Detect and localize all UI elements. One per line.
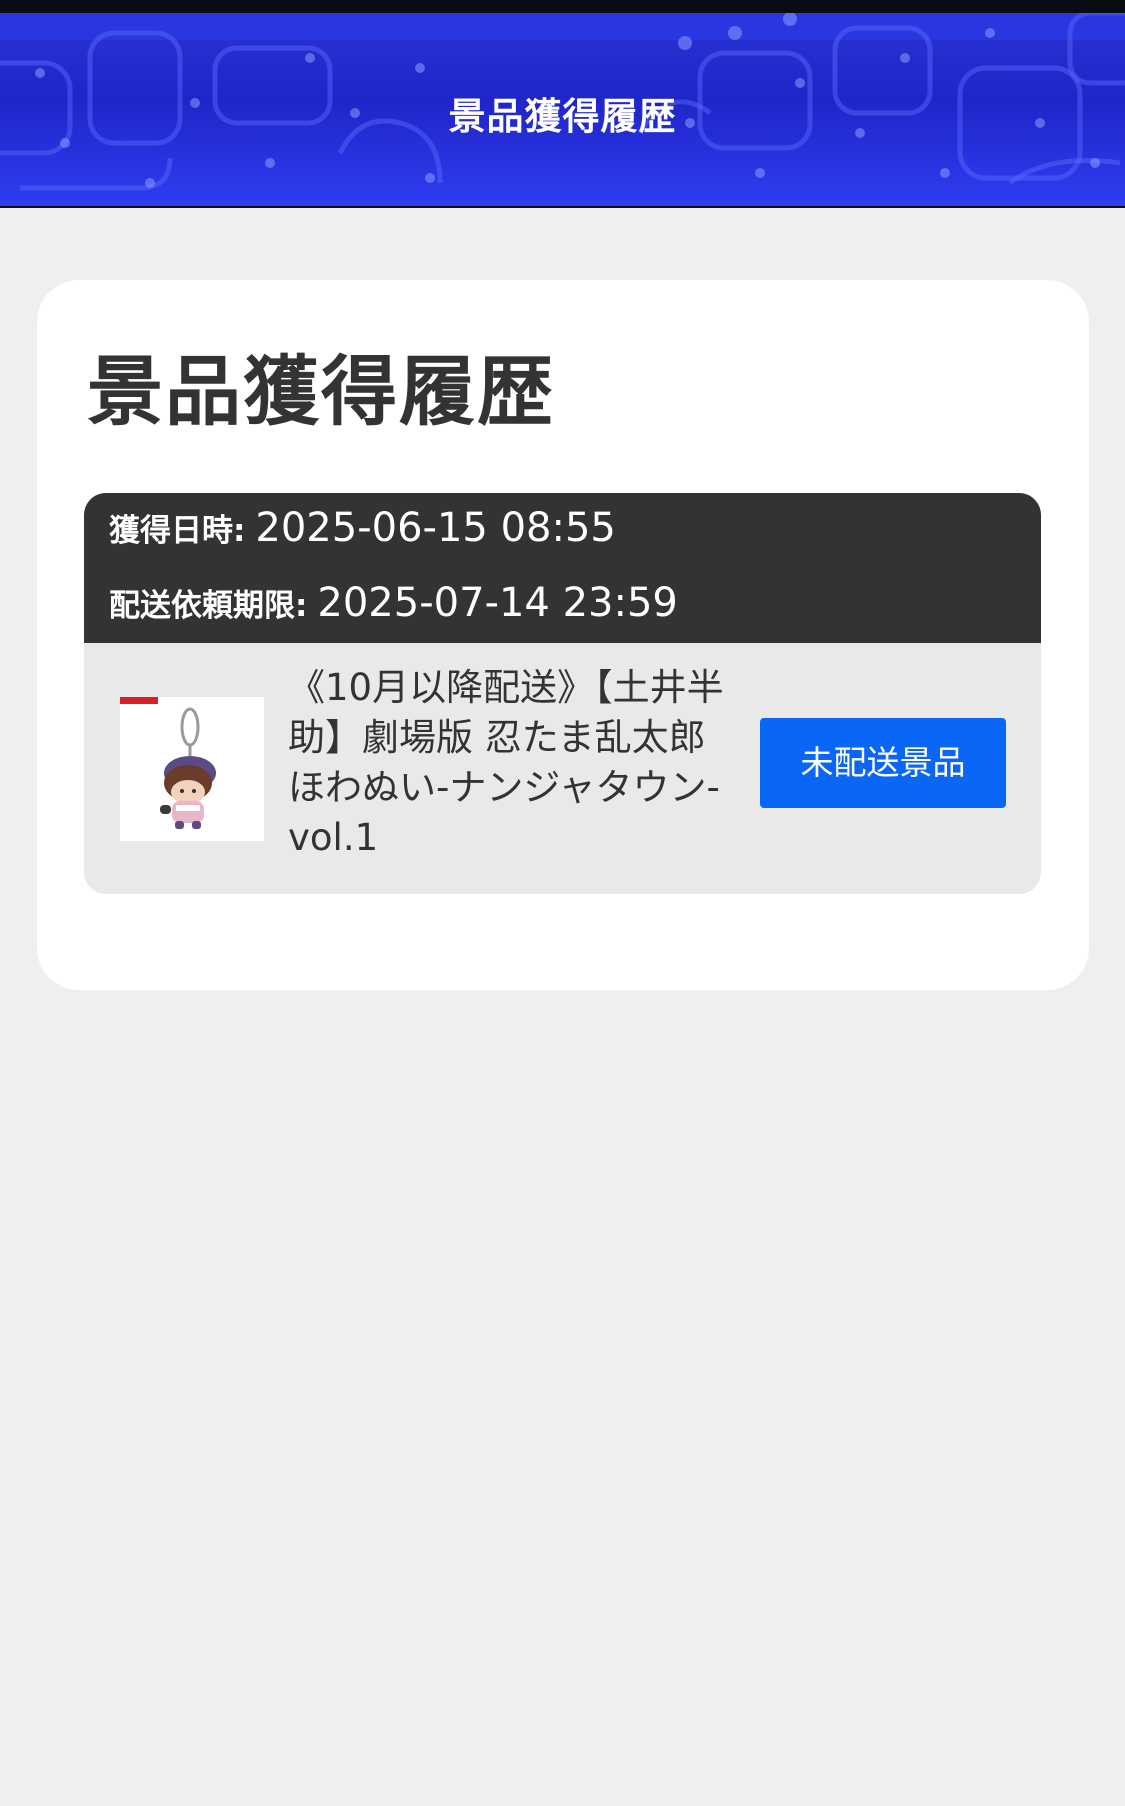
acquired-value: 2025-06-15 08:55 (255, 505, 616, 551)
acquired-row: 獲得日時: 2025-06-15 08:55 (109, 505, 616, 551)
deadline-value: 2025-07-14 23:59 (317, 580, 678, 626)
deadline-label: 配送依頼期限: (109, 588, 308, 624)
plush-keychain-image (120, 697, 264, 841)
undelivered-prize-button[interactable]: 未配送景品 (760, 718, 1006, 808)
status-strip (0, 0, 1125, 13)
acquired-label: 獲得日時: (109, 513, 246, 549)
header-title: 景品獲得履歴 (448, 95, 677, 138)
prize-item-body: 《10月以降配送》【土井半助】劇場版 忍たま乱太郎 ほわぬい-ナンジャタウン-v… (84, 643, 1041, 894)
prize-item-header: 獲得日時: 2025-06-15 08:55 配送依頼期限: 2025-07-14 … (84, 493, 1041, 643)
history-card: 景品獲得履歴 獲得日時: 2025-06-15 08:55 配送依頼期限: 2025… (37, 280, 1089, 990)
deadline-row: 配送依頼期限: 2025-07-14 23:59 (109, 580, 678, 626)
app-header: 景品獲得履歴 (0, 13, 1125, 208)
prize-name: 《10月以降配送》【土井半助】劇場版 忍たま乱太郎 ほわぬい-ナンジャタウン-v… (288, 666, 724, 859)
prize-item: 獲得日時: 2025-06-15 08:55 配送依頼期限: 2025-07-14 … (84, 493, 1041, 894)
page-title: 景品獲得履歴 (87, 347, 555, 436)
